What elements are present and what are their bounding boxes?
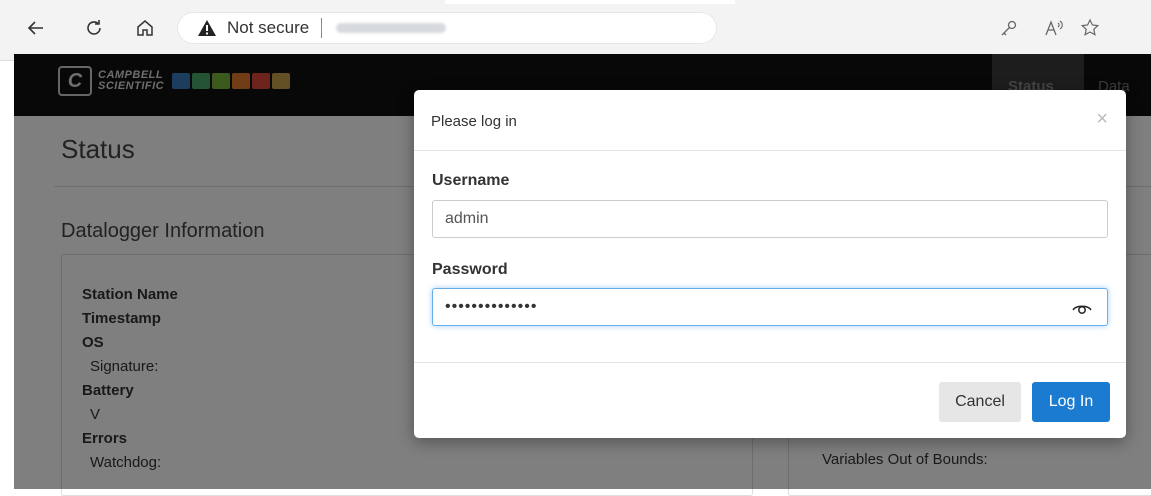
dialog-title: Please log in: [431, 113, 517, 130]
cancel-button[interactable]: Cancel: [939, 382, 1021, 422]
username-value: admin: [445, 210, 489, 227]
dialog-footer-divider: [414, 362, 1126, 363]
refresh-icon[interactable]: [80, 14, 108, 42]
username-label: Username: [432, 172, 510, 189]
address-bar[interactable]: Not secure: [177, 12, 717, 44]
login-button[interactable]: Log In: [1032, 382, 1110, 422]
home-icon[interactable]: [131, 14, 159, 42]
active-tab[interactable]: [445, 0, 735, 4]
not-secure-label[interactable]: Not secure: [227, 18, 309, 38]
close-icon[interactable]: ×: [1096, 108, 1108, 131]
warning-icon[interactable]: [197, 18, 217, 38]
password-masked-value: ••••••••••••••: [445, 298, 538, 315]
read-aloud-icon[interactable]: [1040, 14, 1068, 42]
address-separator: [321, 18, 323, 38]
favorite-star-icon[interactable]: [1076, 14, 1104, 42]
password-label: Password: [432, 261, 508, 278]
login-dialog: Please log in × Username admin Password …: [414, 90, 1126, 438]
url-text-blurred[interactable]: [336, 23, 447, 33]
browser-toolbar: Not secure: [0, 0, 1151, 61]
back-arrow-icon[interactable]: [22, 14, 50, 42]
dialog-header: Please log in ×: [414, 90, 1126, 151]
key-icon[interactable]: [995, 14, 1023, 42]
show-password-eye-icon[interactable]: [1071, 298, 1093, 318]
password-input[interactable]: ••••••••••••••: [432, 288, 1108, 326]
username-input[interactable]: admin: [432, 200, 1108, 238]
